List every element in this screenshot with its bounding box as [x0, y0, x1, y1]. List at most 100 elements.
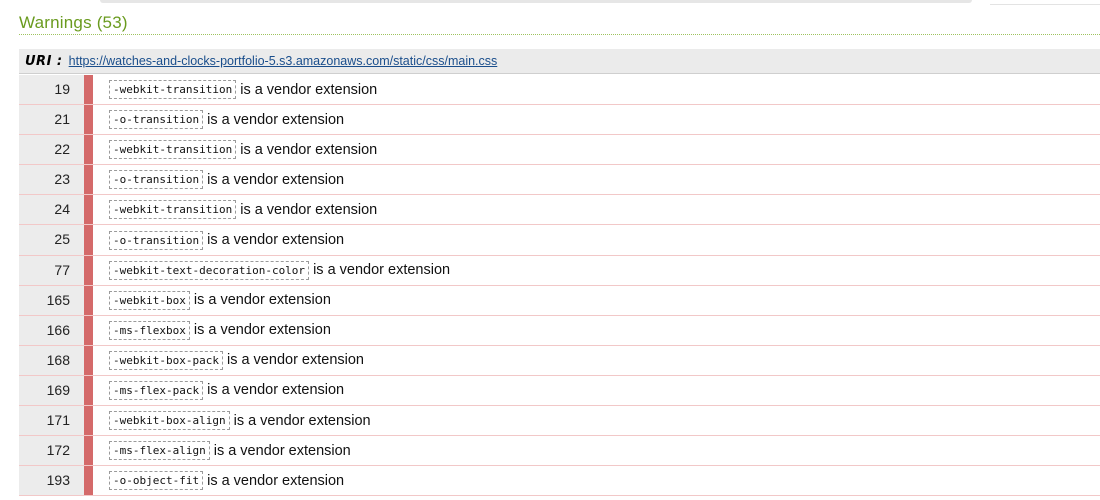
warning-message: -webkit-box-pack is a vendor extension: [109, 346, 364, 375]
gutter: [76, 466, 84, 496]
gutter: [76, 315, 84, 345]
warning-row: 22 -webkit-transition is a vendor extensio…: [19, 135, 1100, 166]
property-code: -o-transition: [109, 170, 204, 190]
gutter: [76, 225, 84, 255]
warning-row: 172 -ms-flex-align is a vendor extension: [19, 436, 1100, 467]
warning-message: -o-transition is a vendor extension: [109, 225, 344, 254]
message-text: is a vendor extension: [226, 352, 364, 369]
line-number: 166: [19, 315, 76, 345]
message-text: is a vendor extension: [207, 111, 345, 128]
gutter: [76, 345, 84, 375]
line-number: 169: [19, 375, 76, 406]
message-text: is a vendor extension: [240, 81, 378, 98]
warning-marker: [84, 315, 93, 345]
property-code: -webkit-text-decoration-color: [109, 260, 310, 280]
line-number: 22: [19, 135, 76, 165]
warning-row: 165 -webkit-box is a vendor extension: [19, 285, 1100, 316]
gutter: [76, 255, 84, 285]
warning-marker: [84, 225, 93, 255]
warning-message: -ms-flexbox is a vendor extension: [109, 316, 331, 345]
line-number: 168: [19, 345, 76, 375]
warning-marker: [84, 406, 93, 436]
warning-marker: [84, 466, 93, 496]
warning-row: 168 -webkit-box-pack is a vendor extension: [19, 345, 1100, 376]
warning-row: 193 -o-object-fit is a vendor extension: [19, 466, 1100, 497]
warning-row: 24 -webkit-transition is a vendor extensio…: [19, 195, 1100, 226]
property-code: -webkit-transition: [109, 200, 237, 220]
uri-label: URI :: [25, 53, 63, 69]
line-number: 24: [19, 195, 76, 225]
property-code: -webkit-box: [109, 290, 190, 310]
message-text: is a vendor extension: [207, 382, 345, 399]
warning-marker: [84, 375, 93, 406]
warning-message: -o-object-fit is a vendor extension: [109, 466, 344, 495]
message-text: is a vendor extension: [207, 171, 345, 188]
gutter: [76, 375, 84, 406]
warning-message: -o-transition is a vendor extension: [109, 105, 344, 134]
warning-marker: [84, 135, 93, 165]
line-number: 23: [19, 165, 76, 195]
warning-row: 171 -webkit-box-align is a vendor extensio…: [19, 406, 1100, 437]
uri-link[interactable]: https://watches-and-clocks-portfolio-5.s…: [69, 54, 498, 68]
line-number: 171: [19, 406, 76, 436]
line-number: 25: [19, 225, 76, 255]
property-code: -webkit-transition: [109, 140, 237, 160]
message-text: is a vendor extension: [313, 262, 451, 279]
property-code: -webkit-box-align: [109, 411, 230, 431]
warning-row: 21 -o-transition is a vendor extension: [19, 105, 1100, 136]
line-number: 172: [19, 436, 76, 466]
warning-message: -webkit-transition is a vendor extension: [109, 75, 377, 104]
property-code: -webkit-transition: [109, 80, 237, 100]
gutter: [76, 105, 84, 135]
message-text: is a vendor extension: [193, 322, 331, 339]
warning-marker: [84, 285, 93, 315]
property-code: -ms-flex-align: [109, 441, 210, 461]
message-text: is a vendor extension: [207, 232, 345, 249]
message-text: is a vendor extension: [213, 442, 351, 459]
message-text: is a vendor extension: [240, 201, 378, 218]
warning-message: -webkit-transition is a vendor extension: [109, 195, 377, 224]
horizontal-scrollbar[interactable]: [100, 0, 972, 3]
warning-marker: [84, 436, 93, 466]
warning-message: -ms-flex-pack is a vendor extension: [109, 376, 344, 405]
top-divider: [990, 4, 1100, 5]
property-code: -webkit-box-pack: [109, 350, 223, 370]
uri-bar: URI : https://watches-and-clocks-portfol…: [19, 49, 1100, 74]
warning-message: -ms-flex-align is a vendor extension: [109, 436, 351, 465]
gutter: [76, 195, 84, 225]
warning-marker: [84, 105, 93, 135]
line-number: 165: [19, 285, 76, 315]
warning-message: -webkit-box-align is a vendor extension: [109, 406, 371, 435]
warnings-list: 19 -webkit-transition is a vendor extensio…: [19, 75, 1100, 497]
warning-row: 25 -o-transition is a vendor extension: [19, 225, 1100, 256]
property-code: -ms-flexbox: [109, 320, 190, 340]
property-code: -o-object-fit: [109, 471, 204, 491]
property-code: -ms-flex-pack: [109, 380, 204, 400]
warning-row: 169 -ms-flex-pack is a vendor extension: [19, 375, 1100, 407]
message-text: is a vendor extension: [207, 472, 345, 489]
warning-row: 23 -o-transition is a vendor extension: [19, 165, 1100, 196]
warning-row: 166 -ms-flexbox is a vendor extension: [19, 315, 1100, 346]
warning-message: -webkit-box is a vendor extension: [109, 286, 331, 315]
warning-marker: [84, 255, 93, 285]
warning-row: 77 -webkit-text-decoration-color is a vend…: [19, 255, 1100, 286]
line-number: 193: [19, 466, 76, 496]
line-number: 19: [19, 75, 76, 105]
line-number: 77: [19, 255, 76, 285]
warning-message: -webkit-transition is a vendor extension: [109, 135, 377, 164]
message-text: is a vendor extension: [240, 141, 378, 158]
warning-marker: [84, 75, 93, 105]
gutter: [76, 165, 84, 195]
gutter: [76, 285, 84, 315]
gutter: [76, 135, 84, 165]
warning-message: -o-transition is a vendor extension: [109, 165, 344, 194]
warning-message: -webkit-text-decoration-color is a vendor…: [109, 256, 450, 285]
warnings-title: Warnings (53): [19, 13, 128, 32]
gutter: [76, 406, 84, 436]
warning-marker: [84, 165, 93, 195]
gutter: [76, 436, 84, 466]
warning-marker: [84, 345, 93, 375]
warning-marker: [84, 195, 93, 225]
property-code: -o-transition: [109, 110, 204, 130]
gutter: [76, 75, 84, 105]
